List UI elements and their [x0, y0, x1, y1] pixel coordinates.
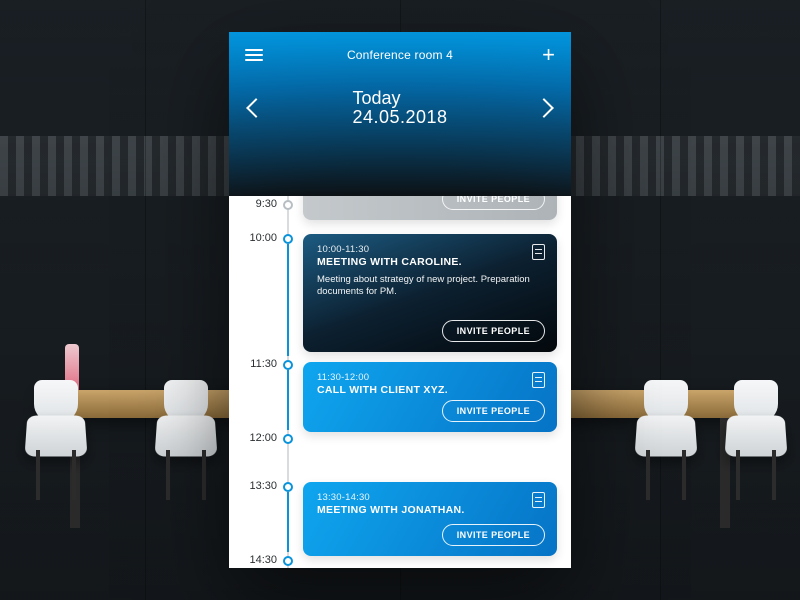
app-frame: + Conference room 4 Today 24.05.2018 9:3…: [229, 32, 571, 568]
time-bullet: [283, 234, 293, 244]
day-timeline[interactable]: 9:30 10:00 11:30 12:00 13:30 14:30 INVIT…: [229, 196, 571, 568]
glass-seam: [145, 0, 146, 600]
axis-segment: [287, 244, 289, 356]
invite-button[interactable]: INVITE PEOPLE: [442, 524, 545, 546]
time-tick: 13:30: [237, 480, 277, 492]
time-bullet: [283, 360, 293, 370]
time-tick: 12:00: [237, 432, 277, 444]
add-event-button[interactable]: +: [542, 46, 555, 64]
room-title: Conference room 4: [229, 48, 571, 62]
time-bullet: [283, 556, 293, 566]
event-title: MEETING WITH JONATHAN.: [317, 504, 543, 516]
event-time: 11:30-12:00: [317, 372, 543, 383]
time-tick: 11:30: [237, 358, 277, 370]
invite-button[interactable]: INVITE PEOPLE: [442, 320, 545, 342]
header-photo: [325, 90, 475, 174]
chair: [630, 380, 702, 490]
time-bullet: [283, 482, 293, 492]
event-time: 10:00-11:30: [317, 244, 543, 255]
event-card[interactable]: 10:00-11:30 MEETING WITH CAROLINE. Meeti…: [303, 234, 557, 352]
chair: [20, 380, 92, 490]
chair: [720, 380, 792, 490]
axis-segment: [287, 492, 289, 552]
event-title: MEETING WITH CAROLINE.: [317, 256, 543, 268]
event-card-previous[interactable]: INVITE PEOPLE: [303, 196, 557, 220]
axis-segment: [287, 370, 289, 430]
invite-button[interactable]: INVITE PEOPLE: [442, 196, 545, 210]
menu-icon[interactable]: [245, 49, 263, 61]
event-desc: Meeting about strategy of new project. P…: [317, 274, 543, 298]
prev-day-button[interactable]: [246, 98, 266, 118]
time-tick: 10:00: [237, 232, 277, 244]
chair: [150, 380, 222, 490]
glass-seam: [660, 0, 661, 600]
event-time: 13:30-14:30: [317, 492, 543, 503]
event-card[interactable]: 13:30-14:30 MEETING WITH JONATHAN. INVIT…: [303, 482, 557, 556]
app-header: + Conference room 4 Today 24.05.2018: [229, 32, 571, 196]
time-bullet: [283, 200, 293, 210]
time-bullet: [283, 434, 293, 444]
invite-button[interactable]: INVITE PEOPLE: [442, 400, 545, 422]
time-tick: 14:30: [237, 554, 277, 566]
time-tick: 9:30: [237, 198, 277, 210]
event-title: CALL WITH CLIENT XYZ.: [317, 384, 543, 396]
event-card[interactable]: 11:30-12:00 CALL WITH CLIENT XYZ. INVITE…: [303, 362, 557, 432]
next-day-button[interactable]: [534, 98, 554, 118]
